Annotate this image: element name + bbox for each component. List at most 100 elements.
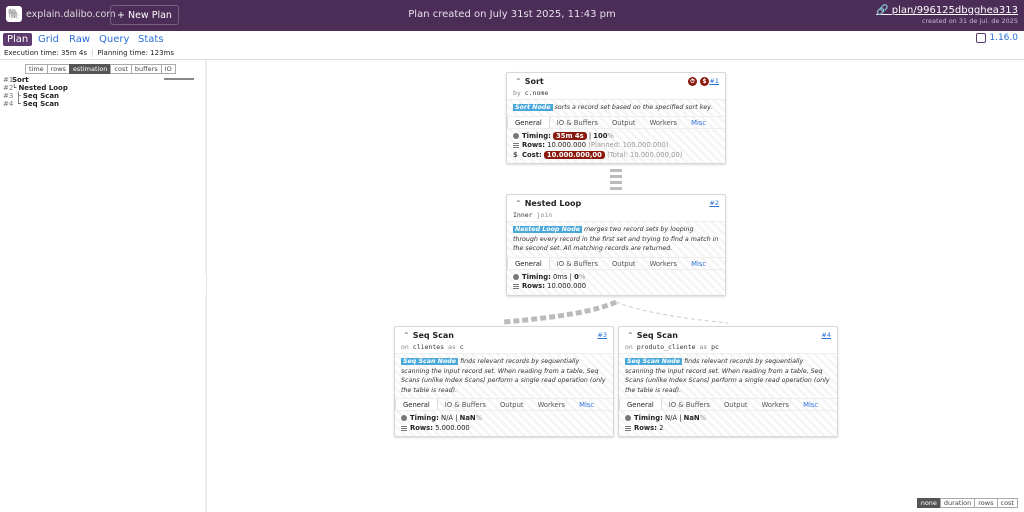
plan-node-sort[interactable]: ⌃ Sort ⏱ $ #1 by c.nome Sort Node sorts a…: [506, 72, 726, 164]
node-id-link[interactable]: #4: [821, 331, 831, 339]
clock-icon: [401, 415, 407, 421]
highlight-rows-button[interactable]: rows: [974, 498, 998, 508]
plan-title: Plan created on July 31st 2025, 11:43 pm: [408, 9, 616, 20]
clock-icon: [513, 132, 519, 139]
metric-buffers-button[interactable]: buffers: [130, 64, 162, 74]
tab-workers[interactable]: Workers: [643, 258, 685, 269]
tree-item-seq-scan-1[interactable]: #3 ├ Seq Scan: [3, 92, 59, 100]
rows-planned: (Planned: 100.000.000): [588, 141, 669, 149]
plan-link[interactable]: 🔗 plan/996125dbgghea313: [876, 5, 1018, 16]
tab-stats[interactable]: Stats: [134, 33, 168, 46]
cost-value: 10.000.000,00: [543, 150, 605, 159]
timing-value: N/A: [664, 414, 678, 422]
info-bar: Execution time: 35m 4s | Planning time: 12…: [0, 48, 1024, 60]
collapse-chevron-icon[interactable]: ⌃: [403, 331, 410, 340]
tab-output[interactable]: Output: [605, 117, 643, 128]
clock-icon: [513, 273, 519, 280]
tab-query[interactable]: Query: [95, 33, 133, 46]
sub-alias: pc: [711, 343, 719, 351]
node-subtitle: on clientes as c: [395, 341, 613, 353]
rows-icon: [513, 142, 519, 148]
node-description: Seq Scan Node finds relevant records by …: [395, 353, 613, 398]
sub-as: as: [447, 343, 456, 351]
clock-icon: [625, 415, 631, 421]
rows-icon: [513, 283, 519, 289]
tab-io-buffers[interactable]: IO & Buffers: [438, 399, 493, 410]
tab-output[interactable]: Output: [717, 399, 755, 410]
plan-permalink: 🔗 plan/996125dbgghea313 created on 31 de…: [876, 5, 1018, 25]
node-id-link[interactable]: #1: [709, 77, 719, 85]
node-subtitle: by c.nome: [507, 87, 725, 99]
percent-sign: %: [475, 414, 483, 422]
node-stats: Timing: N/A | NaN% Rows: 5.000.000: [395, 411, 613, 436]
plan-canvas[interactable]: ⌃ Sort ⏱ $ #1 by c.nome Sort Node sorts a…: [208, 60, 1024, 512]
plan-node-seq-scan-clientes[interactable]: ⌃ Seq Scan #3 on clientes as c Seq Scan N…: [394, 326, 614, 437]
tab-misc[interactable]: Misc: [684, 117, 713, 128]
node-description: Sort Node sorts a record set based on th…: [507, 99, 725, 116]
sub-keyword: by: [513, 89, 521, 97]
node-tabs: General IO & Buffers Output Workers Misc: [507, 256, 725, 270]
tab-workers[interactable]: Workers: [531, 399, 573, 410]
node-id-link[interactable]: #2: [709, 199, 719, 207]
tab-io-buffers[interactable]: IO & Buffers: [550, 258, 605, 269]
tab-workers[interactable]: Workers: [643, 117, 685, 128]
tab-general[interactable]: General: [619, 399, 662, 410]
panel-scrollbar[interactable]: [205, 60, 207, 275]
tab-general[interactable]: General: [507, 116, 550, 128]
node-name: Nested Loop: [524, 199, 582, 208]
execution-time: Execution time: 35m 4s: [4, 49, 88, 57]
collapse-chevron-icon[interactable]: ⌃: [515, 77, 522, 86]
metric-io-button[interactable]: IO: [160, 64, 176, 74]
collapse-chevron-icon[interactable]: ⌃: [515, 199, 522, 208]
sub-keyword: join: [536, 211, 553, 219]
tab-io-buffers[interactable]: IO & Buffers: [550, 117, 605, 128]
tab-misc[interactable]: Misc: [796, 399, 825, 410]
metric-rows-button[interactable]: rows: [46, 64, 70, 74]
tab-misc[interactable]: Misc: [572, 399, 601, 410]
tab-misc[interactable]: Misc: [684, 258, 713, 269]
plan-node-seq-scan-produto-cliente[interactable]: ⌃ Seq Scan #4 on produto_cliente as pc Se…: [618, 326, 838, 437]
highlight-duration-button[interactable]: duration: [939, 498, 976, 508]
timing-label: Timing:: [634, 414, 663, 422]
tree-num: #2: [3, 84, 14, 92]
node-tabs: General IO & Buffers Output Workers Misc: [395, 398, 613, 411]
tab-output[interactable]: Output: [605, 258, 643, 269]
plan-node-nested-loop[interactable]: ⌃ Nested Loop #2 Inner join Nested Loop N…: [506, 194, 726, 296]
tab-workers[interactable]: Workers: [755, 399, 797, 410]
tab-raw[interactable]: Raw: [65, 33, 94, 46]
metric-estimation-button[interactable]: estimation: [68, 64, 112, 74]
metric-toggle: time rows estimation cost buffers IO: [25, 64, 176, 74]
plan-link-text: plan/996125dbgghea313: [891, 5, 1018, 16]
panel-scrollbar-lower[interactable]: [205, 295, 207, 512]
tree-name: Seq Scan: [22, 92, 60, 100]
highlight-none-button[interactable]: none: [916, 498, 941, 508]
tree-num: #3: [3, 92, 14, 100]
tab-grid[interactable]: Grid: [34, 33, 63, 46]
collapse-chevron-icon[interactable]: ⌃: [627, 331, 634, 340]
node-id-link[interactable]: #3: [597, 331, 607, 339]
timing-value: 35m 4s: [552, 131, 587, 140]
rows-label: Rows:: [410, 423, 433, 432]
tree-item-nested-loop[interactable]: #2└ Nested Loop: [3, 84, 68, 92]
version-link[interactable]: 1.16.0: [976, 33, 1018, 43]
timing-percent: 100: [593, 131, 608, 140]
metric-time-button[interactable]: time: [25, 64, 48, 74]
tab-plan[interactable]: Plan: [3, 33, 33, 46]
sub-value: clientes: [412, 343, 445, 351]
tab-general[interactable]: General: [395, 399, 438, 410]
rows-label: Rows:: [522, 282, 545, 290]
rows-value: 5.000.000: [435, 423, 470, 432]
cost-warning-icon: $: [700, 77, 709, 86]
tab-io-buffers[interactable]: IO & Buffers: [662, 399, 717, 410]
tree-item-seq-scan-2[interactable]: #4 └ Seq Scan: [3, 100, 59, 108]
tab-output[interactable]: Output: [493, 399, 531, 410]
node-subtitle: Inner join: [507, 209, 725, 221]
tree-prefix: └: [12, 100, 23, 108]
timing-label: Timing:: [410, 414, 439, 422]
sort-estimation-bar: [164, 78, 194, 80]
metric-cost-button[interactable]: cost: [110, 64, 132, 74]
tree-item-sort[interactable]: #1Sort: [3, 76, 29, 84]
tab-general[interactable]: General: [507, 257, 550, 269]
highlight-toggle: none duration rows cost: [916, 498, 1018, 508]
highlight-cost-button[interactable]: cost: [996, 498, 1018, 508]
